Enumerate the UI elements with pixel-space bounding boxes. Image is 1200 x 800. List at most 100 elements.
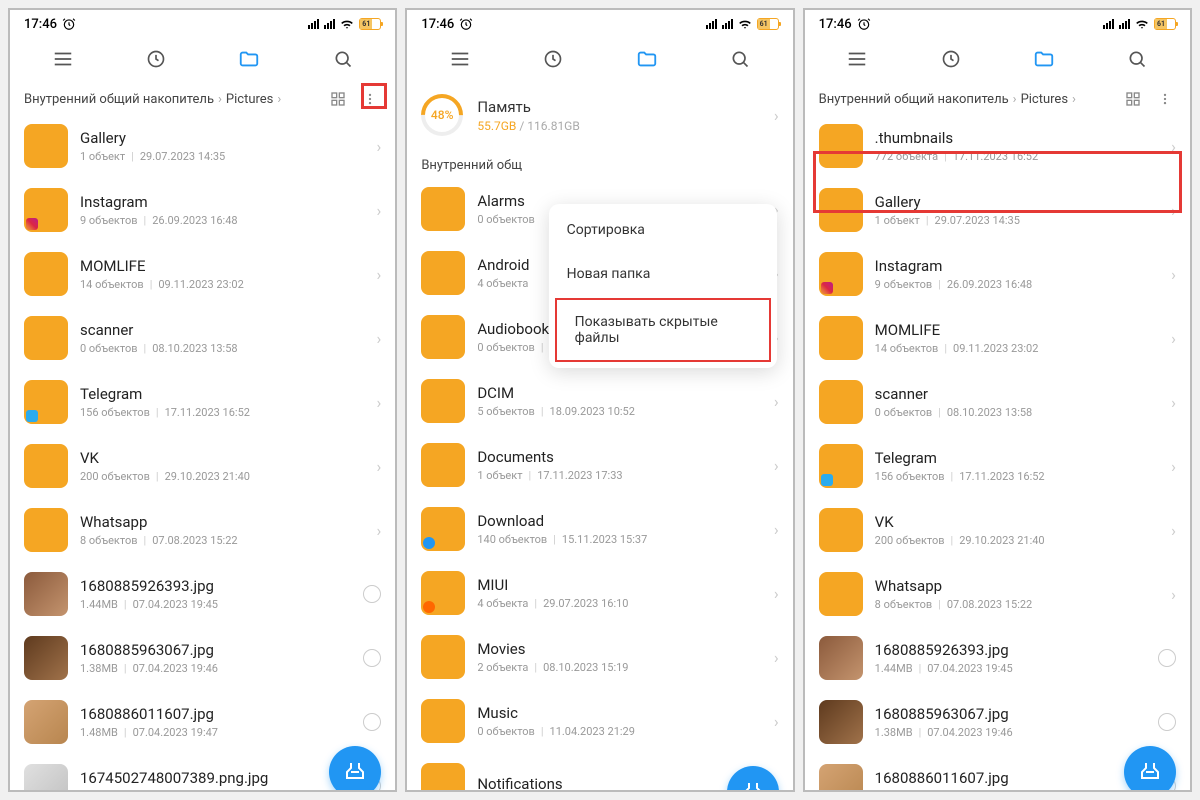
menu-button[interactable] [45,41,81,77]
folder-name: Documents [477,448,762,466]
select-radio[interactable] [363,713,381,731]
storage-title: Память [477,98,760,116]
menu-new-folder[interactable]: Новая папка [549,252,777,296]
folder-tab-button[interactable] [231,41,267,77]
search-button[interactable] [722,41,758,77]
folder-meta: 200 объектов|29.10.2023 21:40 [875,534,1160,547]
chevron-right-icon: › [1171,329,1176,348]
folder-meta: 8 объектов|07.08.2023 15:22 [875,598,1160,611]
recent-button[interactable] [933,41,969,77]
folder-row[interactable]: scanner 0 объектов|08.10.2023 13:58 › [10,306,395,370]
grid-view-button[interactable] [327,88,349,110]
select-radio[interactable] [1158,713,1176,731]
folder-row[interactable]: MIUI 4 объекта|29.07.2023 16:10 › [407,561,792,625]
clean-fab[interactable] [1124,746,1176,792]
folder-icon [819,508,863,552]
status-time-wrap: 17:46 [819,17,871,32]
signal-icon [308,19,319,29]
folder-row[interactable]: Telegram 156 объектов|17.11.2023 16:52 › [805,434,1190,498]
folder-row[interactable]: Music 0 объектов|11.04.2023 21:29 › [407,689,792,753]
folder-row[interactable]: Instagram 9 объектов|26.09.2023 16:48 › [805,242,1190,306]
folder-icon [421,635,465,679]
folder-row[interactable]: .thumbnails 772 объекта|17.11.2023 16:52… [805,114,1190,178]
statusbar: 17:46 61 [805,10,1190,38]
select-radio[interactable] [1158,649,1176,667]
chevron-right-icon: › [377,393,382,412]
context-menu: Сортировка Новая папка Показывать скрыты… [549,204,777,368]
folder-row[interactable]: Gallery 1 объект|29.07.2023 14:35 › [805,178,1190,242]
clean-fab[interactable] [329,746,381,792]
breadcrumb-root[interactable]: Внутренний общий накопитель [24,92,214,107]
chevron-right-icon: › [1171,393,1176,412]
breadcrumb-root[interactable]: Внутренний общий накопитель [819,92,1009,107]
recent-button[interactable] [535,41,571,77]
folder-row[interactable]: Whatsapp 8 объектов|07.08.2023 15:22 › [10,498,395,562]
search-button[interactable] [325,41,361,77]
file-row[interactable]: 1680885963067.jpg 1.38MB|07.04.2023 19:4… [805,690,1190,754]
status-time: 17:46 [24,17,57,32]
folder-row[interactable]: Documents 1 объект|17.11.2023 17:33 › [407,433,792,497]
menu-button[interactable] [839,41,875,77]
battery-icon: 61 [1154,18,1176,30]
folder-meta: 0 объектов|11.04.2023 21:29 [477,725,762,738]
file-row[interactable]: 1680885926393.jpg 1.44MB|07.04.2023 19:4… [10,562,395,626]
folder-meta: 140 объектов|15.11.2023 15:37 [477,533,762,546]
folder-name: Gallery [875,193,1160,211]
folder-icon [24,188,68,232]
search-button[interactable] [1119,41,1155,77]
chevron-right-icon: › [377,265,382,284]
folder-tab-button[interactable] [1026,41,1062,77]
folder-row[interactable]: VK 200 объектов|29.10.2023 21:40 › [10,434,395,498]
folder-meta: 1 объект|17.11.2023 17:33 [477,469,762,482]
folder-icon [421,251,465,295]
file-thumbnail [24,572,68,616]
chevron-right-icon: › [377,457,382,476]
chevron-right-icon: › [1171,137,1176,156]
folder-row[interactable]: MOMLIFE 14 объектов|09.11.2023 23:02 › [805,306,1190,370]
grid-view-button[interactable] [1122,88,1144,110]
breadcrumb-root[interactable]: Внутренний общ [421,158,522,173]
breadcrumb: Внутренний общий накопитель › Pictures › [805,80,1190,114]
folder-row[interactable]: MOMLIFE 14 объектов|09.11.2023 23:02 › [10,242,395,306]
status-time: 17:46 [421,17,454,32]
highlight-annotation [361,83,387,109]
folder-row[interactable]: Gallery 1 объект|29.07.2023 14:35 › [10,114,395,178]
folder-meta: 8 объектов|07.08.2023 15:22 [80,534,365,547]
folder-row[interactable]: Download 140 объектов|15.11.2023 15:37 › [407,497,792,561]
file-list[interactable]: Gallery 1 объект|29.07.2023 14:35 › Inst… [10,114,395,792]
folder-tab-button[interactable] [629,41,665,77]
folder-row[interactable]: Movies 2 объекта|08.10.2023 15:19 › [407,625,792,689]
folder-meta: 0 объектов|08.10.2023 13:58 [80,342,365,355]
file-meta: 1.44MB|07.04.2023 19:45 [875,662,1146,675]
file-list[interactable]: .thumbnails 772 объекта|17.11.2023 16:52… [805,114,1190,792]
folder-icon [819,252,863,296]
alarm-icon [459,17,473,31]
folder-meta: 200 объектов|29.10.2023 21:40 [80,470,365,483]
recent-button[interactable] [138,41,174,77]
menu-show-hidden[interactable]: Показывать скрытые файлы [555,298,771,362]
storage-info[interactable]: 48% Память 55.7GB / 116.81GB › [407,80,792,150]
file-row[interactable]: 1680885963067.jpg 1.38MB|07.04.2023 19:4… [10,626,395,690]
statusbar: 17:46 61 [10,10,395,38]
file-thumbnail [819,636,863,680]
file-row[interactable]: 1680886011607.jpg 1.48MB|07.04.2023 19:4… [10,690,395,754]
file-row[interactable]: 1680885926393.jpg 1.44MB|07.04.2023 19:4… [805,626,1190,690]
more-button[interactable] [1154,88,1176,110]
folder-name: Gallery [80,129,365,147]
folder-row[interactable]: Instagram 9 объектов|26.09.2023 16:48 › [10,178,395,242]
folder-row[interactable]: scanner 0 объектов|08.10.2023 13:58 › [805,370,1190,434]
breadcrumb-folder[interactable]: Pictures [1021,92,1068,107]
folder-row[interactable]: DCIM 5 объектов|18.09.2023 10:52 › [407,369,792,433]
menu-sort[interactable]: Сортировка [549,208,777,252]
chevron-right-icon: › [1171,521,1176,540]
select-radio[interactable] [363,585,381,603]
folder-row[interactable]: VK 200 объектов|29.10.2023 21:40 › [805,498,1190,562]
alarm-icon [857,17,871,31]
status-time-wrap: 17:46 [24,17,76,32]
folder-row[interactable]: Whatsapp 8 объектов|07.08.2023 15:22 › [805,562,1190,626]
menu-button[interactable] [442,41,478,77]
file-meta: 1.44MB|07.04.2023 19:45 [80,598,351,611]
folder-row[interactable]: Telegram 156 объектов|17.11.2023 16:52 › [10,370,395,434]
select-radio[interactable] [363,649,381,667]
breadcrumb-folder[interactable]: Pictures [226,92,273,107]
